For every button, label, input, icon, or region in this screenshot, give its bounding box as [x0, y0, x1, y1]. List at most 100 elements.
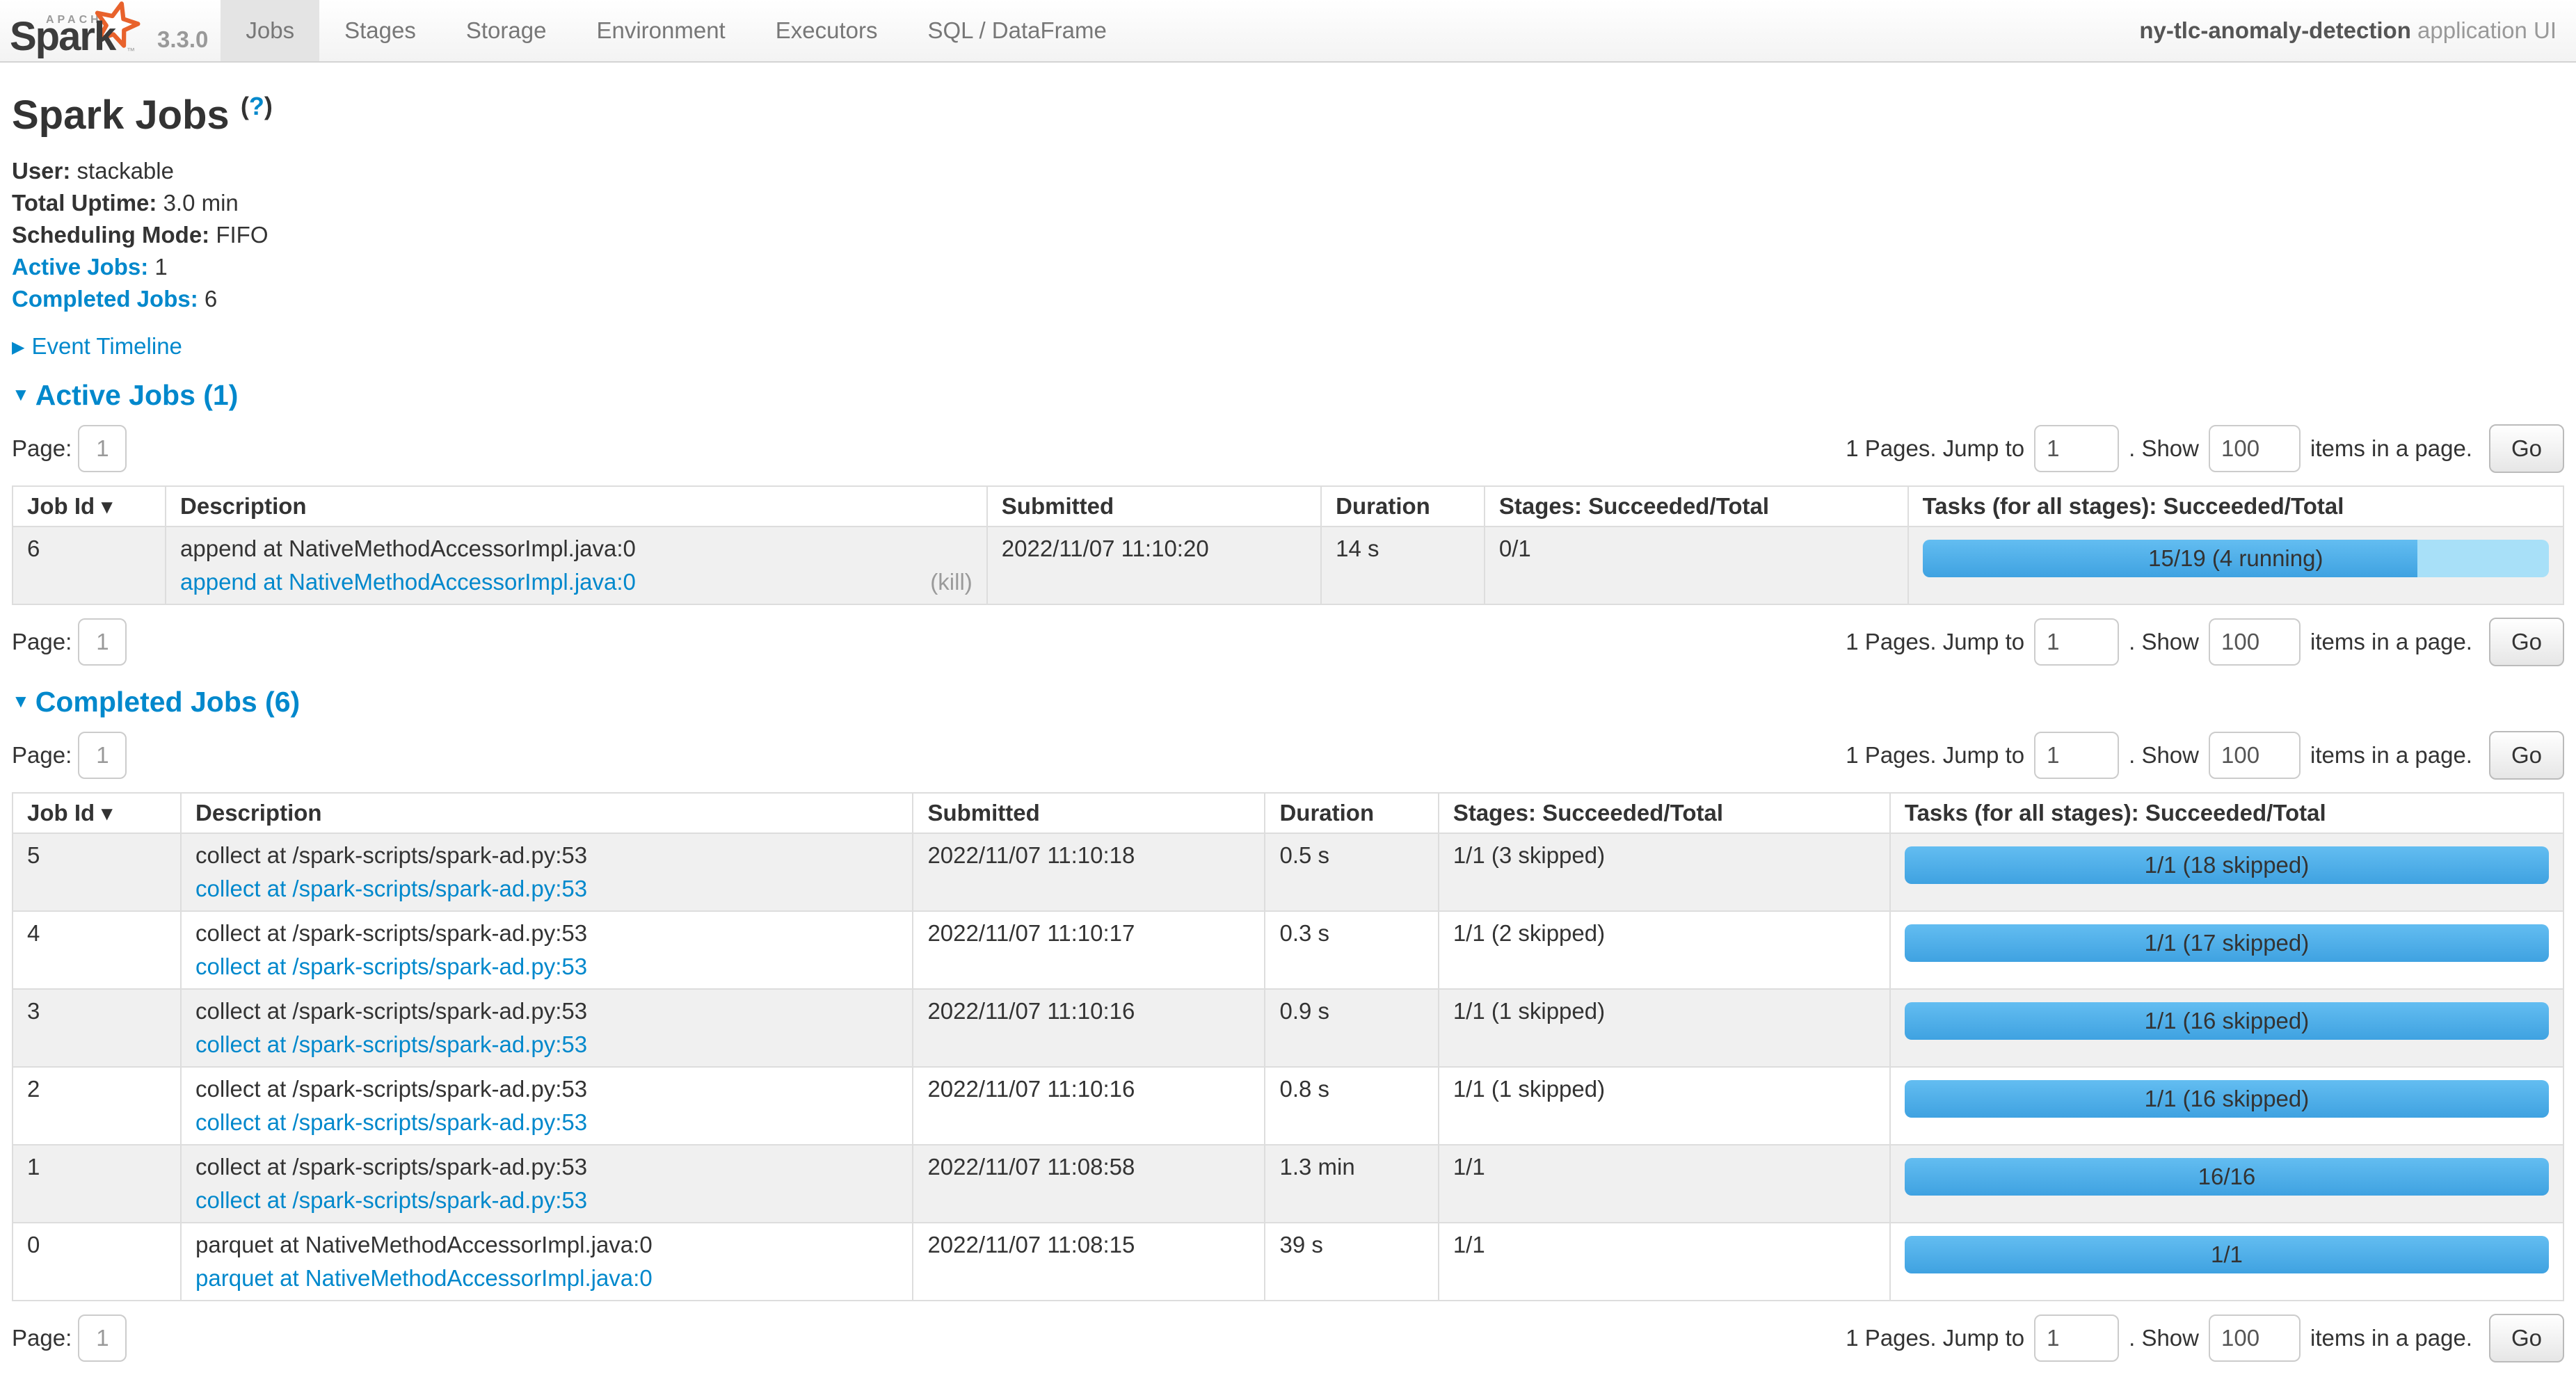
- job-stages-cell: 0/1: [1485, 526, 1908, 604]
- column-header[interactable]: Duration: [1265, 793, 1438, 833]
- tab-storage[interactable]: Storage: [441, 0, 572, 61]
- collapsed-arrow-icon: ▶: [12, 338, 24, 357]
- show-count-input[interactable]: [2209, 732, 2301, 779]
- column-header[interactable]: Submitted: [987, 486, 1321, 526]
- job-description-line2: collect at /spark-scripts/spark-ad.py:53: [195, 874, 898, 903]
- kill-link[interactable]: (kill): [930, 568, 972, 597]
- show-text: . Show: [2129, 629, 2199, 655]
- tasks-progress-bar: 15/19 (4 running): [1923, 540, 2549, 577]
- show-count-input[interactable]: [2209, 425, 2301, 472]
- jump-to-input[interactable]: [2034, 425, 2119, 472]
- active-table-header-row: Job Id ▾DescriptionSubmittedDurationStag…: [13, 486, 2563, 526]
- show-count-input[interactable]: [2209, 1314, 2301, 1362]
- active-table-body: 6append at NativeMethodAccessorImpl.java…: [13, 526, 2563, 604]
- summary-label[interactable]: Active Jobs:: [12, 254, 148, 280]
- job-description-line2: (kill) append at NativeMethodAccessorImpl…: [180, 568, 973, 597]
- show-text: . Show: [2129, 1325, 2199, 1351]
- page-number-input[interactable]: [78, 732, 127, 779]
- job-tasks-cell: 15/19 (4 running): [1908, 526, 2563, 604]
- items-text: items in a page.: [2310, 1325, 2472, 1351]
- job-row: 2collect at /spark-scripts/spark-ad.py:5…: [13, 1067, 2563, 1145]
- app-name-text: ny-tlc-anomaly-detection: [2139, 17, 2411, 43]
- job-description-link[interactable]: collect at /spark-scripts/spark-ad.py:53: [195, 876, 587, 901]
- job-tasks-cell: 1/1 (18 skipped): [1890, 833, 2563, 911]
- tasks-progress-bar: 1/1 (18 skipped): [1905, 846, 2549, 884]
- show-text: . Show: [2129, 742, 2199, 769]
- spark-version: 3.3.0: [157, 26, 208, 56]
- job-submitted-cell: 2022/11/07 11:10:16: [913, 1067, 1265, 1145]
- column-header[interactable]: Description: [181, 793, 913, 833]
- page-label: Page:: [12, 435, 72, 462]
- go-button[interactable]: Go: [2489, 731, 2564, 780]
- tab-sql-dataframe[interactable]: SQL / DataFrame: [902, 0, 1131, 61]
- job-description-link[interactable]: append at NativeMethodAccessorImpl.java:…: [180, 569, 636, 595]
- column-header[interactable]: Stages: Succeeded/Total: [1485, 486, 1908, 526]
- column-header[interactable]: Description: [166, 486, 987, 526]
- go-button[interactable]: Go: [2489, 618, 2564, 666]
- job-description-link[interactable]: parquet at NativeMethodAccessorImpl.java…: [195, 1265, 653, 1291]
- page-number-input[interactable]: [78, 1314, 127, 1362]
- page-label: Page:: [12, 629, 72, 655]
- help-link[interactable]: (?): [241, 92, 273, 120]
- summary-value: 6: [205, 286, 217, 312]
- help-paren-close: ): [264, 92, 273, 120]
- job-description-link[interactable]: collect at /spark-scripts/spark-ad.py:53: [195, 1031, 587, 1057]
- active-jobs-heading[interactable]: ▼Active Jobs (1): [12, 379, 2564, 412]
- tab-stages[interactable]: Stages: [319, 0, 441, 61]
- job-submitted-cell: 2022/11/07 11:10:16: [913, 989, 1265, 1067]
- summary-value: 3.0 min: [163, 190, 239, 216]
- job-description-cell: collect at /spark-scripts/spark-ad.py:53…: [181, 1067, 913, 1145]
- active-jobs-heading-text: Active Jobs (1): [35, 379, 239, 411]
- job-description-cell: append at NativeMethodAccessorImpl.java:…: [166, 526, 987, 604]
- tasks-progress-bar: 1/1 (16 skipped): [1905, 1002, 2549, 1040]
- jump-to-input[interactable]: [2034, 1314, 2119, 1362]
- show-count-input[interactable]: [2209, 618, 2301, 666]
- job-submitted-cell: 2022/11/07 11:10:18: [913, 833, 1265, 911]
- jump-to-input[interactable]: [2034, 732, 2119, 779]
- job-id-cell: 4: [13, 911, 181, 989]
- job-description-link[interactable]: collect at /spark-scripts/spark-ad.py:53: [195, 954, 587, 979]
- completed-jobs-heading[interactable]: ▼Completed Jobs (6): [12, 686, 2564, 718]
- event-timeline-label: Event Timeline: [31, 333, 182, 359]
- column-header[interactable]: Job Id ▾: [13, 486, 166, 526]
- summary-value: stackable: [77, 158, 174, 184]
- pages-text: 1 Pages. Jump to: [1846, 1325, 2024, 1351]
- summary-value: FIFO: [216, 222, 268, 248]
- go-button[interactable]: Go: [2489, 1314, 2564, 1362]
- pages-text: 1 Pages. Jump to: [1846, 629, 2024, 655]
- expanded-arrow-icon: ▼: [12, 691, 30, 711]
- pages-text: 1 Pages. Jump to: [1846, 742, 2024, 769]
- tab-jobs[interactable]: Jobs: [221, 0, 319, 61]
- column-header[interactable]: Submitted: [913, 793, 1265, 833]
- tab-executors[interactable]: Executors: [751, 0, 903, 61]
- event-timeline-toggle[interactable]: ▶ Event Timeline: [12, 333, 2564, 360]
- tab-environment[interactable]: Environment: [571, 0, 750, 61]
- progress-label: 16/16: [1905, 1158, 2549, 1196]
- go-button[interactable]: Go: [2489, 424, 2564, 473]
- job-duration-cell: 0.5 s: [1265, 833, 1438, 911]
- summary-item: Active Jobs: 1: [12, 251, 2564, 283]
- job-description-link[interactable]: collect at /spark-scripts/spark-ad.py:53: [195, 1187, 587, 1213]
- summary-item: Total Uptime: 3.0 min: [12, 187, 2564, 219]
- job-description-cell: collect at /spark-scripts/spark-ad.py:53…: [181, 833, 913, 911]
- expanded-arrow-icon: ▼: [12, 384, 30, 405]
- column-header[interactable]: Job Id ▾: [13, 793, 181, 833]
- summary-label[interactable]: Completed Jobs:: [12, 286, 198, 312]
- page-title-text: Spark Jobs: [12, 93, 230, 138]
- column-header[interactable]: Stages: Succeeded/Total: [1439, 793, 1890, 833]
- summary-label: Scheduling Mode:: [12, 222, 209, 248]
- page-number-input[interactable]: [78, 425, 127, 472]
- column-header[interactable]: Duration: [1321, 486, 1485, 526]
- pages-text: 1 Pages. Jump to: [1846, 435, 2024, 462]
- column-header[interactable]: Tasks (for all stages): Succeeded/Total: [1908, 486, 2563, 526]
- job-description: collect at /spark-scripts/spark-ad.py:53: [195, 919, 898, 948]
- page-number-input[interactable]: [78, 618, 127, 666]
- job-stages-cell: 1/1: [1439, 1145, 1890, 1223]
- help-question-icon[interactable]: ?: [249, 92, 264, 120]
- tasks-progress-bar: 1/1 (17 skipped): [1905, 924, 2549, 962]
- jump-to-input[interactable]: [2034, 618, 2119, 666]
- completed-jobs-heading-text: Completed Jobs (6): [35, 686, 300, 718]
- column-header[interactable]: Tasks (for all stages): Succeeded/Total: [1890, 793, 2563, 833]
- tasks-progress-bar: 1/1: [1905, 1236, 2549, 1273]
- job-description-link[interactable]: collect at /spark-scripts/spark-ad.py:53: [195, 1109, 587, 1135]
